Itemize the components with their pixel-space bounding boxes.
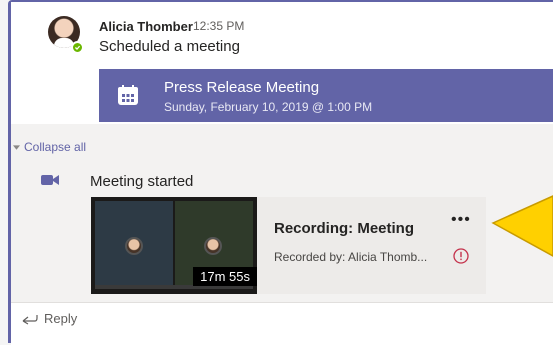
recorded-by-text: Recorded by: Alicia Thomb... [274, 250, 428, 264]
chevron-down-icon [13, 144, 20, 150]
duration-badge: 17m 55s [193, 267, 257, 286]
calendar-icon [118, 85, 138, 105]
recording-thumbnail[interactable]: 17m 55s [91, 197, 257, 294]
message-timestamp: 12:35 PM [193, 19, 245, 33]
participant-avatar [204, 237, 222, 255]
reply-area [11, 302, 553, 345]
video-camera-icon [41, 175, 59, 185]
reply-label: Reply [44, 311, 78, 326]
message-area: Alicia Thomber 12:35 PM Scheduled a meet… [11, 2, 553, 124]
recording-card[interactable]: 17m 55s Recording: Meeting Recorded by: … [91, 197, 486, 294]
meeting-title[interactable]: Press Release Meeting [164, 79, 319, 96]
more-options-icon[interactable]: ••• [451, 212, 473, 231]
recording-title[interactable]: Recording: Meeting [274, 220, 414, 237]
meeting-banner[interactable]: Press Release Meeting Sunday, February 1… [99, 69, 553, 122]
available-presence-icon [71, 41, 84, 54]
author-name[interactable]: Alicia Thomber [99, 19, 193, 34]
reply-arrow-icon [22, 314, 38, 325]
meeting-started-text: Meeting started [90, 173, 194, 190]
message-text: Scheduled a meeting [99, 38, 240, 55]
alert-icon[interactable] [453, 248, 469, 264]
meeting-date: Sunday, February 10, 2019 @ 1:00 PM [164, 100, 373, 114]
reply-button[interactable]: Reply [22, 311, 77, 326]
collapse-all-label: Collapse all [24, 140, 87, 154]
participant-avatar [125, 237, 143, 255]
collapse-all-link[interactable]: Collapse all [13, 140, 86, 154]
